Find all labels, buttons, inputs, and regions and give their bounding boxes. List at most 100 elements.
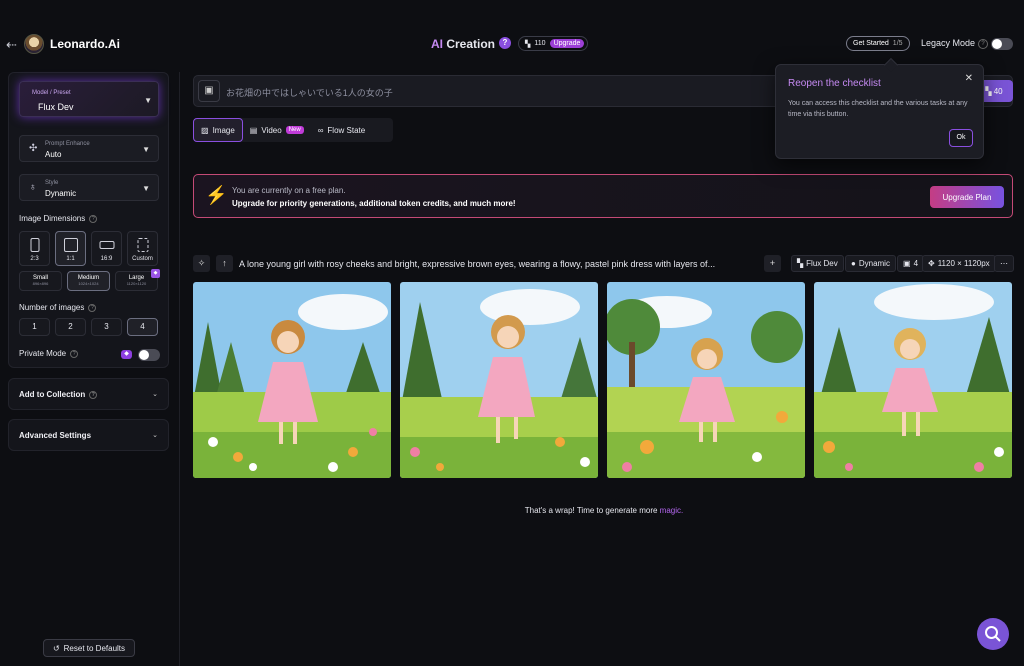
size-option-large[interactable]: Large 1120×1120 ◆ xyxy=(115,269,160,291)
help-icon[interactable]: ? xyxy=(70,349,79,358)
upgrade-plan-button[interactable]: Upgrade Plan xyxy=(930,186,1004,208)
count-tag-label: 4 xyxy=(913,259,919,268)
add-to-collection-section[interactable]: Add to Collection? ⌄ xyxy=(8,378,169,410)
token-balance[interactable]: ▚ 110 Upgrade xyxy=(518,36,589,51)
legacy-mode-label: Legacy Mode xyxy=(921,38,976,48)
private-mode-heading: Private Mode? xyxy=(19,349,79,358)
advanced-settings-section[interactable]: Advanced Settings ⌄ xyxy=(8,419,169,451)
advanced-settings-label: Advanced Settings xyxy=(19,431,92,440)
tab-image[interactable]: ▨ Image xyxy=(193,118,243,142)
model-preset-select[interactable]: Model / Preset Flux Dev ▼ xyxy=(19,81,159,117)
private-mode-label: Private Mode xyxy=(19,349,67,358)
legacy-mode-toggle[interactable] xyxy=(991,38,1013,50)
ratio-label: 2:3 xyxy=(30,256,39,262)
generated-image-3[interactable] xyxy=(607,282,805,478)
ratio-option-custom[interactable]: Custom xyxy=(127,231,158,266)
image-icon: ▨ xyxy=(201,125,209,135)
help-icon[interactable]: ? xyxy=(89,214,98,223)
square-ratio-icon xyxy=(63,238,78,252)
more-options-icon[interactable]: ⋯ xyxy=(994,255,1014,272)
generate-cost: 40 xyxy=(993,86,1003,96)
tab-flow-state-label: Flow State xyxy=(327,125,366,135)
help-icon[interactable]: ? xyxy=(499,37,511,49)
premium-icon: ◆ xyxy=(121,350,132,359)
help-icon[interactable]: ? xyxy=(88,303,97,312)
search-button[interactable] xyxy=(977,618,1009,650)
upgrade-button[interactable]: Upgrade xyxy=(549,39,585,48)
ratio-option-2-3[interactable]: 2:3 xyxy=(19,231,50,266)
generated-image-1[interactable] xyxy=(193,282,391,478)
reset-to-defaults-button[interactable]: ↺ Reset to Defaults xyxy=(43,639,135,657)
tab-image-label: Image xyxy=(212,125,235,135)
style-label: Style xyxy=(45,180,59,186)
ratio-option-16-9[interactable]: 16:9 xyxy=(91,231,122,266)
ok-button[interactable]: Ok xyxy=(949,129,973,147)
landscape-ratio-icon xyxy=(99,241,114,249)
page-title-rest: Creation xyxy=(443,37,496,51)
tab-video-label: Video xyxy=(261,125,282,135)
mode-tabs: ▨ Image ▤ Video New ∞ Flow State xyxy=(193,118,393,142)
size-tag: ✥ 1120 × 1120px xyxy=(922,255,996,272)
end-of-results-text: That's a wrap! Time to generate more xyxy=(524,506,660,515)
lightning-icon: ⚡ xyxy=(205,185,228,205)
number-of-images-label: Number of images xyxy=(19,303,85,312)
sidebar: Model / Preset Flux Dev ▼ ✣ Prompt Enhan… xyxy=(8,72,180,666)
search-icon xyxy=(985,626,1001,642)
tab-video[interactable]: ▤ Video New xyxy=(243,118,311,142)
add-to-collection-heading: Add to Collection? xyxy=(19,390,98,399)
end-of-results-message: That's a wrap! Time to generate more mag… xyxy=(0,506,1024,515)
private-mode-toggle[interactable] xyxy=(138,349,160,361)
drop-icon: ● xyxy=(851,259,856,268)
size-option-small[interactable]: Small 896×896 xyxy=(19,271,62,291)
image-upload-icon[interactable]: ▣ xyxy=(198,80,220,102)
prompt-text: お花畑の中ではしゃいでいる1人の女の子 xyxy=(226,88,393,98)
chevron-down-icon: ▼ xyxy=(142,184,150,193)
token-icon: ▚ xyxy=(525,40,531,48)
generation-prompt: A lone young girl with rosy cheeks and b… xyxy=(239,259,716,269)
legacy-help-icon[interactable]: ? xyxy=(978,39,988,49)
get-started-button[interactable]: Get Started 1/5 xyxy=(846,36,910,51)
images-icon: ▣ xyxy=(903,259,911,268)
generated-image-2[interactable] xyxy=(400,282,598,478)
girl-in-meadow-image xyxy=(607,282,805,478)
new-badge: New xyxy=(285,126,304,134)
model-tag: ▚ Flux Dev xyxy=(791,255,844,272)
page-title: AI Creation xyxy=(431,37,495,51)
close-icon[interactable]: ✕ xyxy=(965,73,973,84)
size-option-medium[interactable]: Medium 1024×1024 xyxy=(67,271,110,291)
arrow-up-icon[interactable]: ↑ xyxy=(216,255,233,272)
number-of-images-heading: Number of images? xyxy=(19,303,97,312)
palette-icon: ♁ xyxy=(29,182,37,193)
free-plan-banner: ⚡ You are currently on a free plan. Upgr… xyxy=(193,174,1013,218)
girl-in-meadow-image xyxy=(400,282,598,478)
girl-in-meadow-image xyxy=(193,282,391,478)
add-icon[interactable]: + xyxy=(764,255,781,272)
magic-wand-icon[interactable]: ✧ xyxy=(193,255,210,272)
infinity-icon: ∞ xyxy=(317,125,324,135)
image-count-3[interactable]: 3 xyxy=(91,318,122,336)
help-icon[interactable]: ? xyxy=(89,390,98,399)
style-value: Dynamic xyxy=(45,189,77,198)
size-tag-label: 1120 × 1120px xyxy=(937,259,990,268)
image-count-1[interactable]: 1 xyxy=(19,318,50,336)
tab-flow-state[interactable]: ∞ Flow State xyxy=(311,118,373,142)
image-count-4[interactable]: 4 xyxy=(127,318,158,336)
magic-link[interactable]: magic. xyxy=(660,506,684,515)
top-bar: ⇠ Leonardo.Ai AI Creation ? ▚ 110 Upgrad… xyxy=(0,27,1024,63)
size-dims: 1024×1024 xyxy=(78,281,99,286)
image-count-2[interactable]: 2 xyxy=(55,318,86,336)
size-dims: 896×896 xyxy=(32,281,49,286)
model-preset-value: Flux Dev xyxy=(38,102,74,112)
resize-icon: ✥ xyxy=(928,259,935,268)
generated-image-4[interactable] xyxy=(814,282,1012,478)
image-dimensions-label: Image Dimensions xyxy=(19,214,86,223)
prompt-enhance-select[interactable]: ✣ Prompt Enhance Auto ▼ xyxy=(19,135,159,162)
chevron-down-icon: ⌄ xyxy=(152,432,158,439)
back-arrow-icon[interactable]: ⇠ xyxy=(6,37,17,53)
prompt-enhance-label: Prompt Enhance xyxy=(45,141,90,147)
banner-line-2: Upgrade for priority generations, additi… xyxy=(232,199,516,208)
video-icon: ▤ xyxy=(249,125,258,135)
style-select[interactable]: ♁ Style Dynamic ▼ xyxy=(19,174,159,201)
user-avatar[interactable] xyxy=(24,34,44,54)
ratio-option-1-1[interactable]: 1:1 xyxy=(55,231,86,266)
